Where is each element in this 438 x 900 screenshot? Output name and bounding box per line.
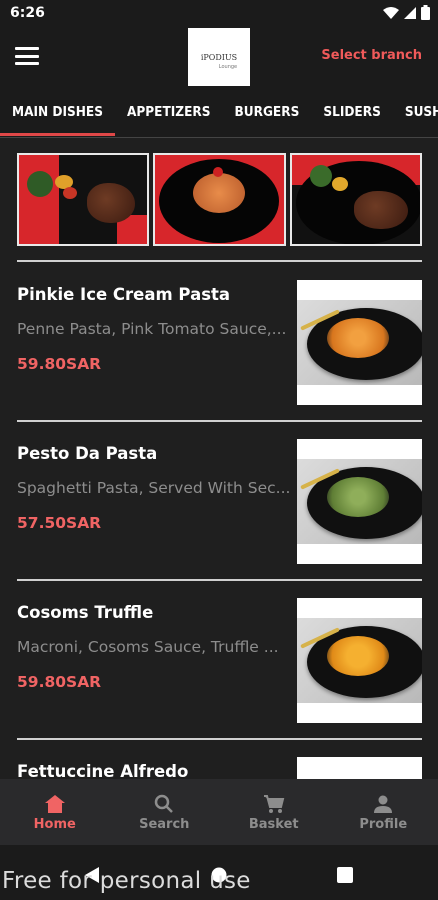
bottom-navigation: Home Search Basket Profile [0, 779, 438, 845]
search-icon [154, 793, 174, 815]
person-icon [373, 793, 393, 815]
list-divider [17, 260, 422, 262]
dish-price: 57.50SAR [17, 514, 102, 532]
tab-sliders[interactable]: SLIDERS [311, 92, 393, 138]
nav-basket[interactable]: Basket [219, 779, 329, 845]
nav-label: Basket [248, 817, 299, 832]
list-divider [17, 738, 422, 740]
logo-text: iPODIUS [200, 52, 238, 62]
dish-price: 59.80SAR [17, 355, 102, 373]
dish-name: Pesto Da Pasta [17, 444, 158, 463]
restaurant-logo[interactable]: iPODIUS Lounge [188, 28, 250, 86]
dish-name: Pinkie Ice Cream Pasta [17, 285, 231, 304]
status-icons [383, 5, 430, 20]
tabs-divider [0, 137, 438, 138]
dish-price: 59.80SAR [17, 673, 102, 691]
tab-burgers[interactable]: BURGERS [222, 92, 311, 138]
tab-main-dishes[interactable]: MAIN DISHES [0, 92, 115, 138]
app-header: iPODIUS Lounge Select branch [0, 28, 438, 92]
status-time: 6:26 [10, 5, 45, 21]
recents-icon[interactable] [337, 867, 353, 883]
banner-image-steak-1 [17, 153, 150, 246]
dish-image [297, 439, 422, 564]
nav-label: Home [33, 817, 76, 832]
promo-banner[interactable] [17, 153, 422, 246]
nav-search[interactable]: Search [110, 779, 220, 845]
menu-icon-line [15, 62, 39, 65]
home-icon [44, 793, 66, 815]
dish-image [297, 280, 422, 405]
dish-item[interactable]: Pinkie Ice Cream Pasta Penne Pasta, Pink… [17, 280, 422, 406]
status-bar: 6:26 [0, 0, 438, 28]
dish-image [297, 598, 422, 723]
nav-home[interactable]: Home [0, 779, 110, 845]
watermark-text: Free for personal use [2, 868, 251, 894]
banner-image-pasta [153, 153, 286, 246]
dish-item[interactable]: Pesto Da Pasta Spaghetti Pasta, Served W… [17, 439, 422, 565]
nav-profile[interactable]: Profile [329, 779, 438, 845]
list-divider [17, 420, 422, 422]
tab-appetizers[interactable]: APPETIZERS [115, 92, 223, 138]
dish-description: Penne Pasta, Pink Tomato Sauce,... [17, 320, 287, 338]
nav-label: Search [139, 817, 190, 832]
dish-item[interactable]: Cosoms Truffle Macroni, Cosoms Sauce, Tr… [17, 598, 422, 724]
list-divider [17, 579, 422, 581]
banner-image-steak-2 [289, 153, 422, 246]
menu-icon-line [15, 54, 39, 58]
wifi-icon [383, 6, 399, 19]
dish-description: Macroni, Cosoms Sauce, Truffle ... [17, 638, 279, 656]
menu-icon-line [15, 47, 39, 50]
cart-icon [263, 793, 285, 815]
tab-sushi[interactable]: SUSHI [393, 92, 438, 138]
select-branch-link[interactable]: Select branch [321, 48, 422, 63]
battery-icon [421, 5, 430, 20]
menu-button[interactable] [14, 44, 40, 68]
nav-label: Profile [359, 817, 408, 832]
signal-icon [404, 6, 416, 19]
logo-subtext: Lounge [218, 63, 238, 70]
category-tabs: MAIN DISHES APPETIZERS BURGERS SLIDERS S… [0, 92, 438, 138]
dish-description: Spaghetti Pasta, Served With Sec... [17, 479, 289, 497]
dish-name: Cosoms Truffle [17, 603, 154, 622]
